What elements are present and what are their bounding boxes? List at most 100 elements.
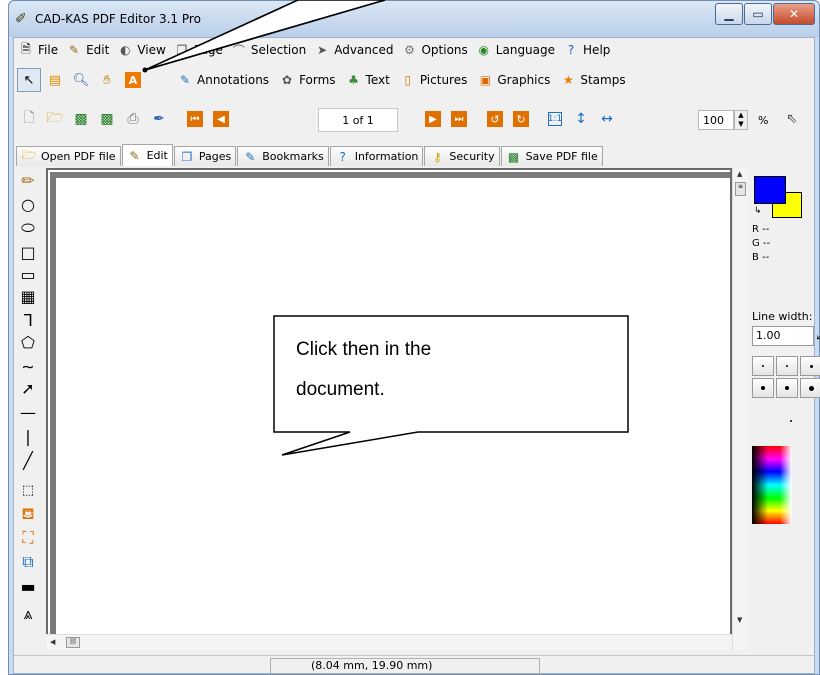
minimize-button[interactable]: ▁ [715, 3, 743, 25]
first-page-button[interactable]: ⏮ [184, 108, 206, 130]
polyline-tool[interactable]: ᒣ [18, 310, 38, 330]
dot-size-4-button[interactable] [752, 378, 774, 398]
ellipse-tool[interactable]: ⬭ [18, 218, 38, 238]
color-spectrum[interactable] [752, 446, 792, 524]
menu-view[interactable]: ◐ View [117, 42, 166, 58]
actual-size-button[interactable]: 1:1 [544, 108, 566, 130]
dot-size-5-button[interactable] [776, 378, 798, 398]
rotate-left-button[interactable]: ↺ [484, 108, 506, 130]
new-button[interactable]: 🗋 [18, 108, 40, 130]
curve-icon: ∼ [21, 356, 35, 376]
menu-edit[interactable]: ✎ Edit [66, 42, 109, 58]
zoom-input[interactable]: 100 [698, 110, 734, 130]
tab-security[interactable]: ⚷ Security [424, 146, 500, 166]
scroll-left-icon[interactable]: ◀ [50, 638, 55, 646]
curve-tool[interactable]: ∼ [18, 356, 38, 376]
fit-width-button[interactable]: ↔ [596, 108, 618, 130]
pencil-tool[interactable]: ✏ [18, 170, 38, 190]
save-as-button[interactable]: ▩ [96, 108, 118, 130]
dot-size-1-button[interactable] [752, 356, 774, 376]
document-canvas[interactable] [50, 172, 730, 648]
print-button[interactable]: ⎙ [122, 108, 144, 130]
pictures-button[interactable]: ▯ Pictures [400, 72, 468, 88]
hand-tool-button[interactable]: ✋︎ [95, 68, 119, 92]
dot-size-3-button[interactable] [800, 356, 820, 376]
maximize-button[interactable]: ▭ [744, 3, 772, 25]
stamps-button[interactable]: ★ Stamps [560, 72, 626, 88]
graphics-button[interactable]: ▣ Graphics [477, 72, 551, 88]
scroll-down-icon[interactable]: ▼ [737, 616, 742, 624]
text-button[interactable]: ♣ Text [346, 72, 390, 88]
scroll-up-icon[interactable]: ▲ [737, 170, 742, 178]
diagonal-line-tool[interactable]: ╱ [18, 450, 38, 470]
pen-icon: ✒ [153, 111, 165, 127]
dot-icon [808, 385, 814, 391]
zoom-spinner[interactable]: ▲ ▼ [734, 110, 748, 130]
annotations-button[interactable]: ✎ Annotations [177, 72, 269, 88]
open-button[interactable]: 🗁 [44, 108, 66, 130]
dot-size-6-button[interactable] [800, 378, 820, 398]
save-button[interactable]: ▩ [70, 108, 92, 130]
vertical-line-tool[interactable]: | [18, 426, 38, 446]
menu-help[interactable]: ? Help [563, 42, 611, 58]
tab-save-pdf[interactable]: ▩ Save PDF file [500, 146, 603, 166]
dot-icon [785, 386, 789, 390]
tab-bar: 🗁 Open PDF file ✎ Edit ❐ Pages ✎ Bookmarks ?… [16, 144, 814, 166]
menu-options[interactable]: ⚙ Options [401, 42, 468, 58]
table-tool[interactable]: ▦ [18, 286, 38, 306]
expand-tool[interactable]: ⩓ [18, 604, 38, 624]
tab-open-pdf[interactable]: 🗁 Open PDF file [16, 146, 121, 166]
arrow-icon: ↖ [23, 72, 35, 88]
fill-tool[interactable]: ⛾ [18, 504, 38, 524]
next-page-button[interactable]: ▶ [422, 108, 444, 130]
line-width-picker-icon[interactable]: ⤢ [816, 328, 820, 343]
square-tool[interactable]: □ [18, 242, 38, 262]
text-tool-button[interactable]: A [121, 68, 145, 92]
swap-colors-icon[interactable]: ↳ [754, 206, 762, 216]
tab-edit[interactable]: ✎ Edit [121, 144, 173, 166]
next-page-icon: ▶ [425, 111, 441, 127]
zoom-tool-button[interactable]: 🔍︎ [69, 68, 93, 92]
selection-rect-tool[interactable]: ⬚ [18, 480, 38, 500]
blue-value: B -- [752, 252, 770, 263]
polygon-tool[interactable]: ⬠ [18, 332, 38, 352]
dot-size-2-button[interactable] [776, 356, 798, 376]
crop-tool[interactable]: ⧉ [18, 552, 38, 572]
circle-tool[interactable]: ○ [18, 194, 38, 214]
horizontal-scrollbar[interactable]: ◀ ||| [46, 634, 732, 650]
window-title: CAD-KAS PDF Editor 3.1 Pro [35, 12, 201, 26]
foreground-color-swatch[interactable] [754, 176, 786, 204]
minimize-icon: ▁ [724, 7, 734, 21]
tab-pages[interactable]: ❐ Pages [173, 146, 237, 166]
horizontal-line-tool[interactable]: — [18, 402, 38, 422]
page-tool-button[interactable]: ▤ [43, 68, 67, 92]
stamps-icon: ★ [562, 73, 574, 87]
menu-selection[interactable]: ⌒ Selection [231, 42, 306, 58]
tab-bookmarks[interactable]: ✎ Bookmarks [237, 146, 329, 166]
pointer-icon[interactable]: ⇖ [786, 111, 798, 127]
forms-button[interactable]: ✿ Forms [279, 72, 336, 88]
close-button[interactable]: ✕ [773, 3, 815, 25]
rotate-right-button[interactable]: ↻ [510, 108, 532, 130]
last-page-button[interactable]: ⏭ [448, 108, 470, 130]
menu-language[interactable]: ◉ Language [476, 42, 555, 58]
vertical-scroll-thumb[interactable]: ≡ [735, 182, 746, 196]
prev-page-button[interactable]: ◀ [210, 108, 232, 130]
fill-selection-tool[interactable]: ⛶ [18, 528, 38, 548]
page-indicator[interactable]: 1 of 1 [318, 108, 398, 132]
horizontal-scroll-thumb[interactable]: ||| [66, 637, 80, 648]
tab-information[interactable]: ? Information [329, 146, 424, 166]
arrow-tool[interactable]: ➚ [18, 378, 38, 398]
menu-page[interactable]: ❐ Page [174, 42, 222, 58]
menu-advanced[interactable]: ➤ Advanced [314, 42, 393, 58]
menu-file[interactable]: 🗎 File [18, 42, 58, 58]
file-icon: 🗎 [21, 41, 31, 56]
folder-icon: 🗁 [46, 110, 64, 126]
pen-button[interactable]: ✒ [148, 108, 170, 130]
fit-height-button[interactable]: ↕ [570, 108, 592, 130]
line-width-input[interactable]: 1.00 [752, 326, 814, 346]
vertical-scrollbar[interactable]: ▲ ≡ ▼ [732, 168, 748, 650]
rectangle-tool[interactable]: ▭ [18, 264, 38, 284]
line-width-tool[interactable]: ▬ [18, 576, 38, 596]
select-tool-button[interactable]: ↖ [17, 68, 41, 92]
